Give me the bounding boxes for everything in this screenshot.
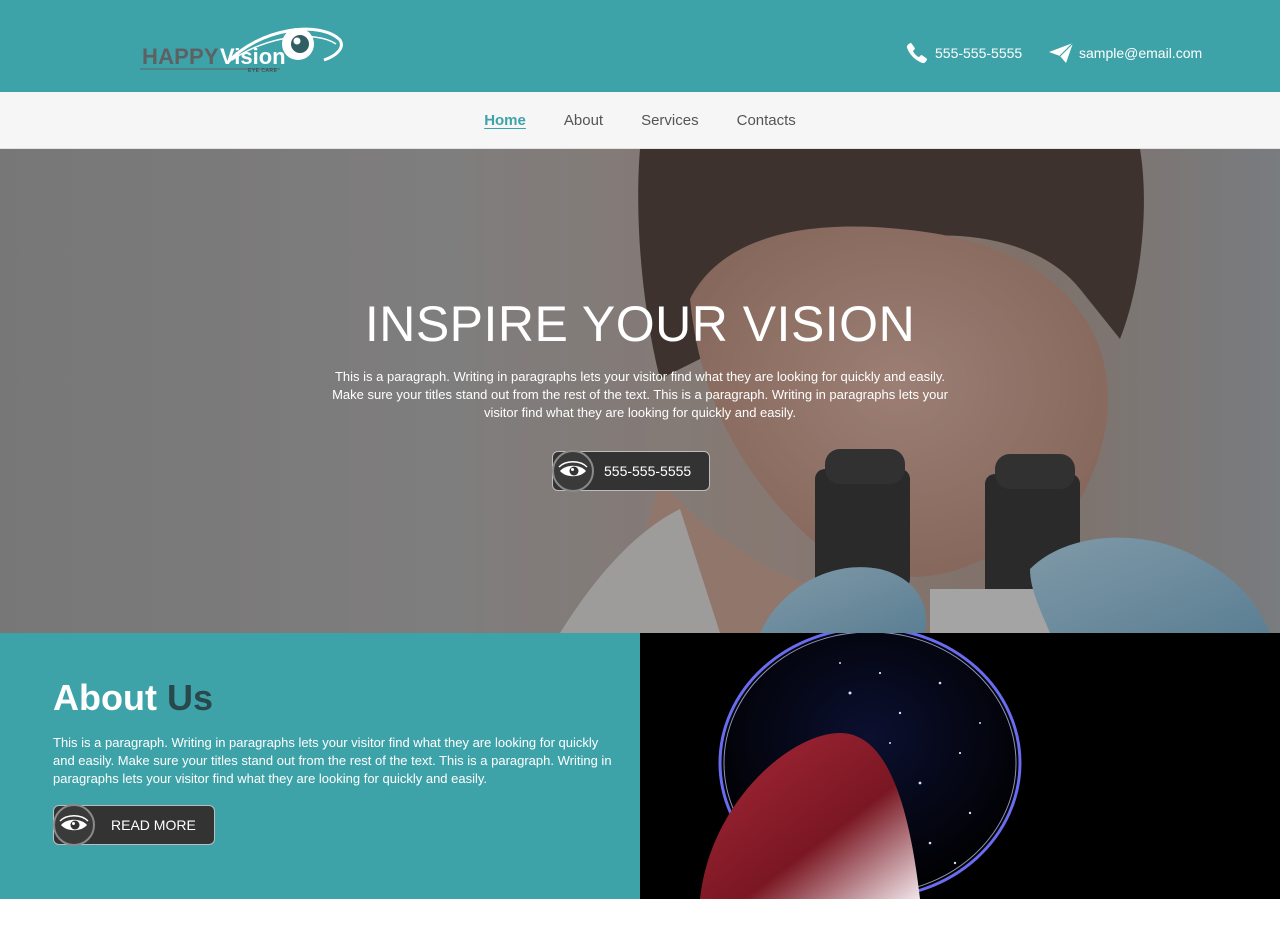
header-email[interactable]: sample@email.com <box>1048 40 1202 66</box>
page-bottom-space <box>0 899 1280 942</box>
nav-item-services[interactable]: Services <box>641 112 699 129</box>
top-header: HAPPY Vision EYE CARE 555-555-5555 sampl… <box>0 0 1280 92</box>
eye-icon <box>53 804 95 846</box>
hero-paragraph: This is a paragraph. Writing in paragrap… <box>332 369 948 420</box>
logo-tagline: EYE CARE <box>248 68 278 74</box>
about-title-part1: About <box>53 677 157 718</box>
about-title: About Us <box>53 677 213 719</box>
header-email-text: sample@email.com <box>1079 45 1203 61</box>
nav-item-home[interactable]: Home <box>484 112 526 129</box>
nav-menu: Home About Services Contacts <box>0 92 1280 149</box>
paper-plane-icon <box>1048 40 1074 66</box>
logo-word-vision: Vision <box>220 44 286 69</box>
hero-call-button-label: 555-555-5555 <box>604 463 692 479</box>
hero-section: INSPIRE YOUR VISION This is a paragraph.… <box>0 149 1280 633</box>
about-paragraph: This is a paragraph. Writing in paragrap… <box>53 735 612 786</box>
phone-icon <box>904 40 930 66</box>
main-navigation: Home About Services Contacts <box>0 92 1280 149</box>
logo-word-happy: HAPPY <box>142 44 219 69</box>
eye-icon <box>552 450 594 492</box>
read-more-button-label: READ MORE <box>111 817 196 833</box>
about-section: About Us This is a paragraph. Writing in… <box>0 633 640 899</box>
logo[interactable]: HAPPY Vision EYE CARE <box>140 22 345 78</box>
contact-lens-photo <box>700 633 1022 899</box>
nav-item-contacts[interactable]: Contacts <box>737 112 796 129</box>
about-title-part2: Us <box>166 677 214 718</box>
nav-item-about[interactable]: About <box>564 112 603 129</box>
read-more-button[interactable]: READ MORE <box>53 804 215 846</box>
hero-call-button[interactable]: 555-555-5555 <box>552 450 710 492</box>
header-phone[interactable]: 555-555-5555 <box>904 40 1022 66</box>
hero-title: INSPIRE YOUR VISION <box>364 296 916 352</box>
contact-lens-image <box>640 633 1280 899</box>
header-phone-text: 555-555-5555 <box>935 45 1023 61</box>
